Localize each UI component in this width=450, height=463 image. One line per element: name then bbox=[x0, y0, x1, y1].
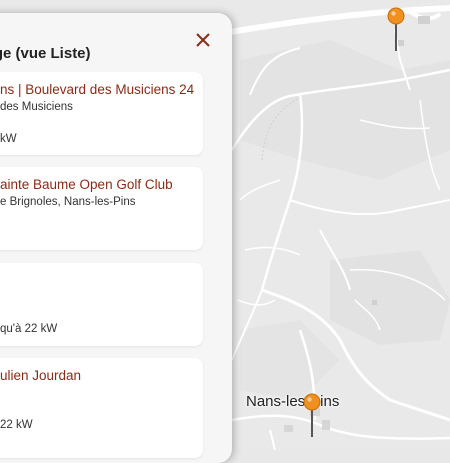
station-list-panel: rge (vue Liste) ns | Boulevard des Music… bbox=[0, 13, 232, 463]
station-power: qu'à 22 kW bbox=[0, 323, 58, 335]
map-pin-icon[interactable] bbox=[303, 393, 321, 437]
station-power: 22 kW bbox=[0, 419, 33, 431]
station-power: kW bbox=[0, 133, 17, 145]
station-card[interactable]: ns | Boulevard des Musiciens 24 des Musi… bbox=[0, 72, 203, 155]
station-card[interactable]: qu'à 22 kW bbox=[0, 263, 203, 346]
station-name: ulien Jourdan bbox=[0, 368, 82, 383]
panel-title-text: rge (vue Liste) bbox=[0, 45, 91, 62]
close-icon[interactable] bbox=[192, 29, 214, 51]
station-address: e Brignoles, Nans-les-Pins bbox=[0, 196, 136, 208]
map-place-label: Nans-les-Pins bbox=[246, 393, 340, 410]
station-name: ns | Boulevard des Musiciens 24 bbox=[0, 82, 195, 97]
map-pin-icon[interactable] bbox=[387, 7, 405, 51]
panel-title: rge (vue Liste) bbox=[0, 45, 190, 62]
station-name: ainte Baume Open Golf Club bbox=[0, 177, 173, 192]
station-card[interactable]: ainte Baume Open Golf Club e Brignoles, … bbox=[0, 167, 203, 250]
station-address: des Musiciens bbox=[0, 101, 73, 113]
station-card[interactable]: ulien Jourdan 22 kW bbox=[0, 358, 203, 458]
